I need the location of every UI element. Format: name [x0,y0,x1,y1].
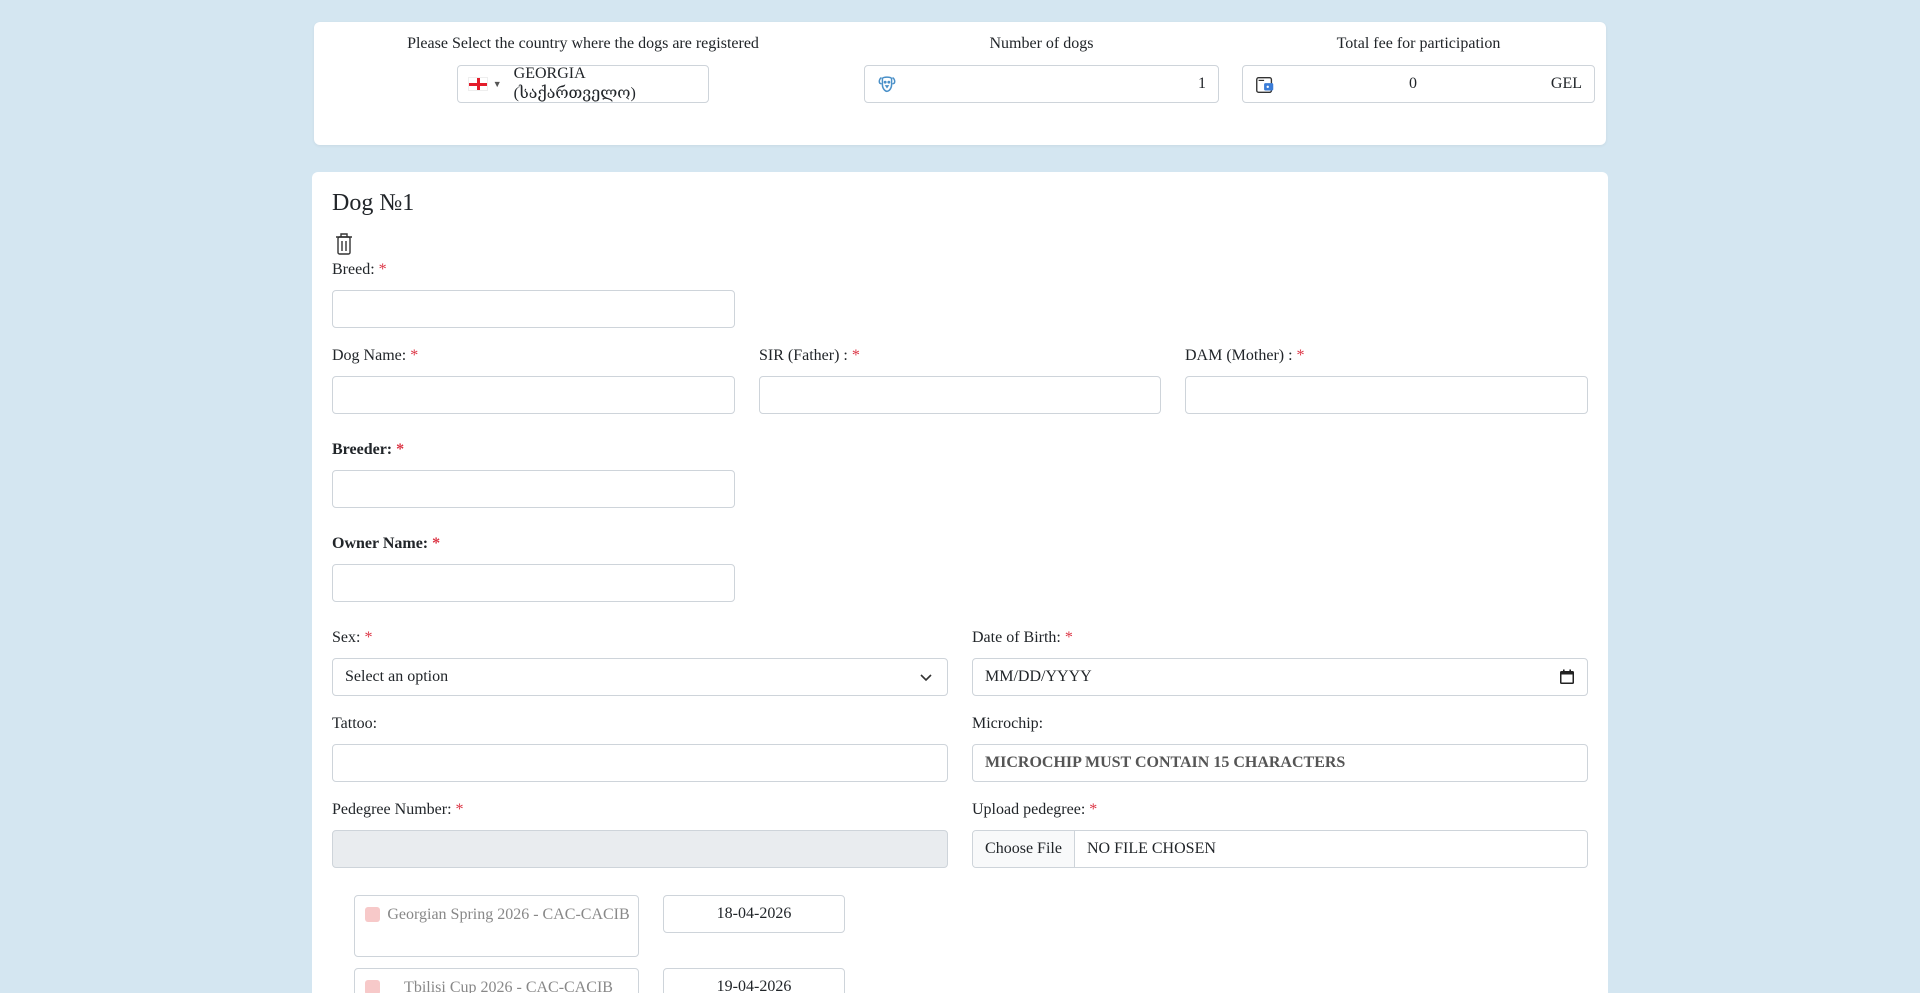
show-name: Georgian Spring 2026 - CAC-CACIB [387,906,630,923]
upload-pedigree-label-text: Upload pedegree: [972,801,1086,818]
required-mark: * [396,441,405,458]
fee-value: 0 [1409,75,1417,92]
sir-label: SIR (Father) : * [759,346,860,366]
dog-icon [878,76,896,93]
trash-icon[interactable] [334,232,354,256]
tattoo-input[interactable] [332,744,948,782]
country-select[interactable]: ▼ GEORGIA (საქართველო) [457,65,709,103]
dog-name-label-text: Dog Name: [332,347,407,364]
required-mark: * [1089,801,1098,818]
dogs-column: Number of dogs [864,22,1219,54]
fee-field: 0 GEL [1242,65,1595,103]
sex-select-value: Select an option [345,668,449,685]
dob-input[interactable]: MM/DD/YYYY [972,658,1588,696]
dam-label-text: DAM (Mother) : [1185,347,1293,364]
breeder-label: Breeder: * [332,440,404,460]
sir-input[interactable] [759,376,1161,414]
calendar-icon[interactable] [1559,669,1575,685]
show-date: 18-04-2026 [663,895,845,933]
country-label: Please Select the country where the dogs… [407,35,759,52]
caret-down-icon: ▼ [492,79,502,89]
dog-title: Dog №1 [332,190,415,216]
show-name: Tbilisi Cup 2026 - CAC-CACIB [404,979,613,993]
dog-name-label: Dog Name: * [332,346,418,366]
breed-label-text: Breed: [332,261,375,278]
show-checkbox[interactable] [365,907,380,922]
required-mark: * [1296,347,1305,364]
owner-input[interactable] [332,564,735,602]
owner-label: Owner Name: * [332,534,440,554]
show-option[interactable]: Tbilisi Cup 2026 - CAC-CACIB [354,968,639,993]
pedigree-input [332,830,948,868]
tattoo-label: Tattoo: [332,715,378,732]
pedigree-label: Pedegree Number: * [332,800,464,820]
pedigree-file-input[interactable]: Choose File NO FILE CHOSEN [972,830,1588,868]
registration-summary-card: Please Select the country where the dogs… [314,22,1606,145]
dam-label: DAM (Mother) : * [1185,346,1305,366]
dog-form-card: Dog №1 Breed: * Dog Name: * SIR (Father)… [312,172,1608,993]
required-mark: * [1064,629,1073,646]
georgia-flag-icon [468,77,488,91]
dob-label-text: Date of Birth: [972,629,1061,646]
upload-pedigree-label: Upload pedegree: * [972,800,1097,820]
breed-label: Breed: * [332,260,387,280]
dogs-count-label: Number of dogs [989,35,1094,52]
country-value: GEORGIA (საქართველო) [513,65,636,102]
fee-column: Total fee for participation [1242,22,1595,54]
breeder-label-text: Breeder: [332,441,393,458]
sex-label-text: Sex: [332,629,361,646]
breed-input[interactable] [332,290,735,328]
chevron-down-icon [920,674,932,682]
required-mark: * [432,535,441,552]
fee-currency: GEL [1550,75,1582,92]
microchip-input[interactable]: MICROCHIP MUST CONTAIN 15 CHARACTERS [972,744,1588,782]
sir-label-text: SIR (Father) : [759,347,848,364]
required-mark: * [364,629,373,646]
file-status: NO FILE CHOSEN [1087,840,1216,857]
show-date: 19-04-2026 [663,968,845,993]
sex-label: Sex: * [332,628,372,648]
pedigree-label-text: Pedegree Number: [332,801,452,818]
microchip-label: Microchip: [972,715,1044,732]
dogs-count-input[interactable]: 1 [864,65,1219,103]
required-mark: * [851,347,860,364]
sex-select[interactable]: Select an option [332,658,948,696]
country-column: Please Select the country where the dogs… [314,22,852,54]
required-mark: * [410,347,419,364]
required-mark: * [455,801,464,818]
breeder-input[interactable] [332,470,735,508]
dog-name-input[interactable] [332,376,735,414]
show-option[interactable]: Georgian Spring 2026 - CAC-CACIB [354,895,639,957]
choose-file-button[interactable]: Choose File [973,831,1075,867]
show-checkbox[interactable] [365,980,380,993]
microchip-placeholder: MICROCHIP MUST CONTAIN 15 CHARACTERS [985,754,1346,771]
required-mark: * [378,261,387,278]
dam-input[interactable] [1185,376,1588,414]
dob-label: Date of Birth: * [972,628,1073,648]
dogs-count-value: 1 [1198,75,1206,92]
fee-label: Total fee for participation [1336,35,1501,52]
owner-label-text: Owner Name: [332,535,429,552]
dob-placeholder: MM/DD/YYYY [985,668,1092,685]
